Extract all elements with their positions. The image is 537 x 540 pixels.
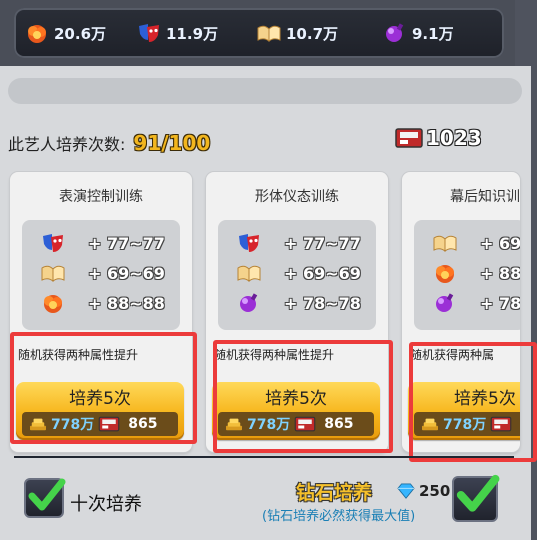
resource-potion: 9.1万 [382, 22, 454, 44]
stat-value: + 78~78 [284, 293, 361, 313]
stat-row: + 69~69 [40, 262, 165, 284]
ten-times-label: 十次培养 [70, 494, 142, 515]
stat-value: + 88~88 [88, 293, 165, 313]
cost-ticket: 865 [128, 416, 158, 432]
resource-fire: 20.6万 [24, 22, 106, 44]
stat-value: + 69~69 [284, 263, 361, 283]
book-icon [256, 22, 282, 44]
cost-gold: 778万 [247, 417, 291, 433]
mask-icon [236, 232, 262, 254]
gold-icon [224, 416, 244, 432]
stat-value: + 69~69 [88, 263, 165, 283]
resource-value: 20.6万 [54, 24, 107, 43]
gold-icon [28, 416, 48, 432]
stat-value: + 77~77 [284, 233, 361, 253]
cost-bar: 778万 [414, 412, 520, 436]
potion-icon [236, 292, 262, 314]
stat-row: + 88 [432, 262, 520, 284]
resource-value: 10.7万 [286, 24, 339, 43]
diamond-training-checkbox[interactable] [452, 476, 498, 522]
diamond-cost-value: 250 [419, 482, 451, 500]
panel-header-bar [8, 78, 522, 104]
cost-gold: 778万 [443, 417, 487, 433]
stat-value: + 77~77 [88, 233, 165, 253]
diamond-icon [396, 483, 416, 499]
cost-gold: 778万 [51, 417, 95, 433]
ticket-icon [97, 415, 121, 433]
fire-burst-icon [24, 22, 50, 44]
stat-row: + 69~69 [236, 262, 361, 284]
diamond-note: (钻石培养必然获得最大值) [262, 509, 416, 524]
ticket-icon [489, 415, 513, 433]
ticket-counter: 1023 [394, 126, 482, 150]
training-count-label: 此艺人培养次数: [8, 135, 126, 154]
book-icon [236, 262, 262, 284]
stat-row: + 77~77 [40, 232, 165, 254]
stat-box: + 77~77 + 69~69 + 78~78 [218, 220, 376, 330]
cost-ticket: 865 [324, 416, 354, 432]
card-title: 幕后知识训 [450, 189, 520, 205]
book-icon [40, 262, 66, 284]
stat-row: + 69 [432, 232, 520, 254]
card-title: 形体仪态训练 [255, 189, 339, 205]
fire-burst-icon [432, 262, 458, 284]
training-card-acting: 表演控制训练 + 77~77 + 69~69 + 88~88 随机获得两种属性提… [10, 172, 192, 452]
train-5x-button[interactable]: 培养5次 778万 865 [16, 382, 184, 440]
resource-book: 10.7万 [256, 22, 338, 44]
training-card-posture: 形体仪态训练 + 77~77 + 69~69 + 78~78 随机获得两种属性提… [206, 172, 388, 452]
stat-row: + 88~88 [40, 292, 165, 314]
mask-icon [136, 22, 162, 44]
bonus-text: 随机获得两种属性提升 [18, 348, 139, 362]
train-5x-button[interactable]: 培养5次 778万 [408, 382, 520, 440]
ticket-icon [394, 126, 424, 150]
training-count-value: 91/100 [133, 131, 211, 155]
train-5x-button[interactable]: 培养5次 778万 865 [212, 382, 380, 440]
cost-bar: 778万 865 [22, 412, 178, 436]
resource-value: 9.1万 [412, 24, 454, 43]
potion-icon [382, 22, 408, 44]
ticket-count: 1023 [426, 126, 482, 150]
bonus-text: 随机获得两种属 [410, 348, 495, 362]
resource-bar-inner: 20.6万 11.9万 10.7万 9.1万 [14, 8, 504, 58]
mask-icon [40, 232, 66, 254]
train-button-label: 培养5次 [454, 389, 516, 409]
bonus-text: 随机获得两种属性提升 [214, 348, 335, 362]
resource-value: 11.9万 [166, 24, 219, 43]
stat-value: + 69 [480, 233, 520, 253]
diamond-cost: 250 [396, 482, 450, 500]
stat-value: + 78 [480, 293, 520, 313]
fire-burst-icon [40, 292, 66, 314]
stat-value: + 88 [480, 263, 520, 283]
card-title: 表演控制训练 [59, 189, 143, 205]
ticket-icon [293, 415, 317, 433]
training-count-row: 此艺人培养次数: 91/100 [8, 128, 210, 158]
training-card-backstage: 幕后知识训 + 69 + 88 + 78 随机获得两种属 培养5次 778万 [402, 172, 520, 452]
checkmark-icon [26, 476, 66, 516]
stat-row: + 78 [432, 292, 520, 314]
stat-row: + 78~78 [236, 292, 361, 314]
bottom-divider [14, 456, 514, 458]
train-button-label: 培养5次 [69, 389, 131, 409]
stat-box: + 69 + 88 + 78 [414, 220, 520, 330]
resource-mask: 11.9万 [136, 22, 218, 44]
stat-box: + 77~77 + 69~69 + 88~88 [22, 220, 180, 330]
checkmark-icon [454, 472, 500, 518]
gold-icon [420, 416, 440, 432]
cost-bar: 778万 865 [218, 412, 374, 436]
train-button-label: 培养5次 [265, 389, 327, 409]
stat-row: + 77~77 [236, 232, 361, 254]
book-icon [432, 232, 458, 254]
ten-times-checkbox[interactable] [24, 478, 64, 518]
potion-icon [432, 292, 458, 314]
diamond-training-title: 钻石培养 [296, 482, 373, 504]
resource-bar: 20.6万 11.9万 10.7万 9.1万 [0, 0, 537, 66]
